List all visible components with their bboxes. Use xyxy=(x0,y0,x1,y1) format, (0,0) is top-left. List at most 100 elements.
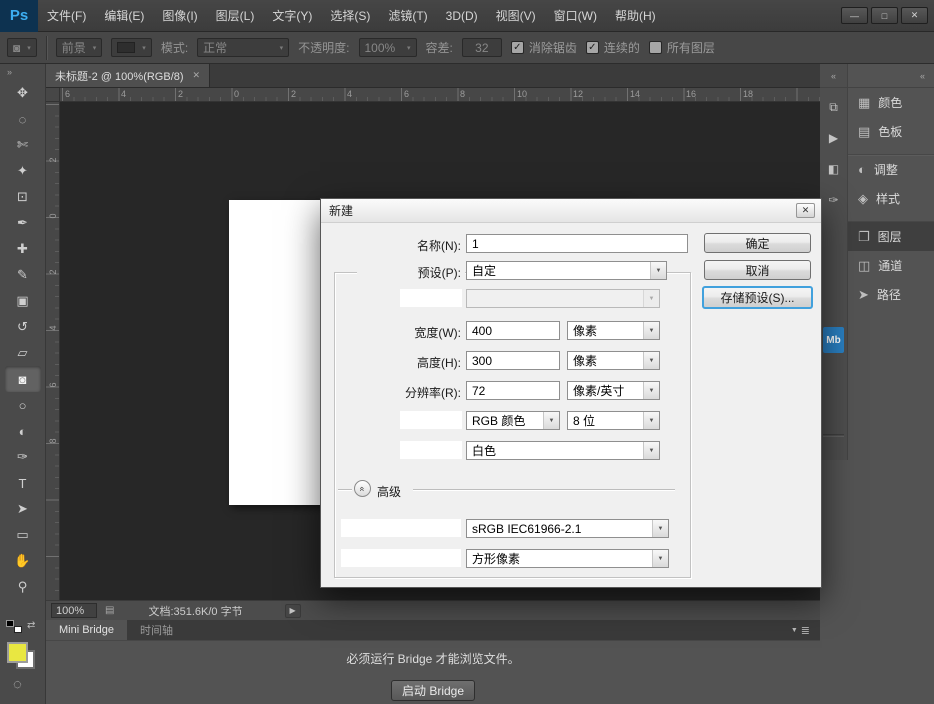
menu-edit[interactable]: 编辑(E) xyxy=(95,0,153,32)
minimize-icon[interactable]: — xyxy=(841,7,868,24)
tool-healing-brush[interactable]: ✚ xyxy=(5,236,41,262)
menu-file[interactable]: 文件(F) xyxy=(38,0,95,32)
swap-colors-icon[interactable]: ⇄ xyxy=(27,620,35,631)
quick-mask-icon[interactable]: ◌ xyxy=(13,676,22,693)
tolerance-input[interactable]: 32 xyxy=(462,38,502,57)
pixel-aspect-label-box xyxy=(341,549,461,567)
icon-strip-collapse-button[interactable]: « xyxy=(820,64,847,88)
notes-panel-icon[interactable]: ✑ xyxy=(822,188,846,212)
tool-pen[interactable]: ✑ xyxy=(5,444,41,470)
tool-move[interactable]: ✥ xyxy=(5,80,41,106)
pixel-aspect-select[interactable]: 方形像素 ▼ xyxy=(466,549,669,568)
contiguous-checkbox[interactable]: ✓ 连续的 xyxy=(586,39,640,56)
zoom-level-field[interactable]: 100% xyxy=(51,603,97,618)
panel-button-paths[interactable]: ➤ 路径 xyxy=(848,280,934,309)
actions-panel-icon[interactable]: ▶ xyxy=(822,126,846,150)
tool-quick-selection[interactable]: ✦ xyxy=(5,158,41,184)
check-icon: ✓ xyxy=(511,41,524,54)
tools-collapse-button[interactable]: » xyxy=(0,64,45,80)
pattern-swatch-select[interactable]: ▾ xyxy=(111,38,152,57)
default-colors-icon[interactable] xyxy=(6,620,22,633)
tool-eraser[interactable]: ▱ xyxy=(5,340,41,366)
tool-zoom[interactable]: ⚲ xyxy=(5,574,41,600)
tool-blur[interactable]: ○ xyxy=(5,392,41,418)
height-unit-select[interactable]: 像素 ▼ xyxy=(567,351,660,370)
color-mode-value: RGB 颜色 xyxy=(467,412,543,429)
background-contents-select[interactable]: 白色 ▼ xyxy=(466,441,660,460)
menu-help[interactable]: 帮助(H) xyxy=(606,0,665,32)
mini-bridge-panel-icon[interactable]: Mb xyxy=(823,327,844,353)
panel-button-adjustments[interactable]: ◐ 调整 xyxy=(848,155,934,184)
menu-window[interactable]: 窗口(W) xyxy=(545,0,606,32)
resolution-unit-select[interactable]: 像素/英寸 ▼ xyxy=(567,381,660,400)
color-profile-select[interactable]: sRGB IEC61966-2.1 ▼ xyxy=(466,519,669,538)
panel-button-swatches[interactable]: ▤ 色板 xyxy=(848,117,934,146)
foreground-color-swatch[interactable] xyxy=(7,642,28,663)
height-label: 高度(H): xyxy=(361,354,461,371)
tool-crop[interactable]: ⊡ xyxy=(5,184,41,210)
panel-button-styles[interactable]: ◈ 样式 xyxy=(848,184,934,213)
tab-mini-bridge[interactable]: Mini Bridge xyxy=(46,620,127,640)
menu-image[interactable]: 图像(I) xyxy=(153,0,206,32)
tab-timeline[interactable]: 时间轴 xyxy=(127,620,186,640)
ok-button[interactable]: 确定 xyxy=(704,233,811,253)
launch-bridge-button[interactable]: 启动 Bridge xyxy=(391,680,475,701)
ruler-number: 2 xyxy=(48,265,58,279)
color-mode-select[interactable]: RGB 颜色 ▼ xyxy=(466,411,560,430)
document-tab[interactable]: 未标题-2 @ 100%(RGB/8) ✕ xyxy=(46,64,210,87)
chevron-down-icon: ▾ xyxy=(407,44,411,52)
tool-history-brush[interactable]: ↺ xyxy=(5,314,41,340)
resolution-input[interactable]: 72 xyxy=(466,381,560,400)
histogram-panel-icon[interactable]: ◧ xyxy=(822,157,846,181)
bit-depth-select[interactable]: 8 位 ▼ xyxy=(567,411,660,430)
dialog-titlebar[interactable]: 新建 xyxy=(321,199,821,223)
width-input[interactable]: 400 xyxy=(466,321,560,340)
status-flyout-button[interactable]: ▶ xyxy=(285,604,301,618)
menu-filter[interactable]: 滤镜(T) xyxy=(379,0,436,32)
tool-paint-bucket[interactable]: ◙ xyxy=(5,366,41,392)
width-unit-select[interactable]: 像素 ▼ xyxy=(567,321,660,340)
all-layers-checkbox[interactable]: 所有图层 xyxy=(649,39,715,56)
tool-eyedropper[interactable]: ✒ xyxy=(5,210,41,236)
menu-layer[interactable]: 图层(L) xyxy=(207,0,264,32)
tab-close-icon[interactable]: ✕ xyxy=(193,70,201,81)
panel-button-layers[interactable]: ❐ 图层 xyxy=(848,222,934,251)
name-input[interactable]: 1 xyxy=(466,234,688,253)
properties-panel-icon[interactable]: ⧉ xyxy=(822,95,846,119)
tool-type[interactable]: T xyxy=(5,470,41,496)
panel-menu-icon[interactable]: ▼ ≣ xyxy=(791,620,810,641)
fill-source-select[interactable]: 前景 ▾ xyxy=(56,38,103,57)
menu-select[interactable]: 选择(S) xyxy=(321,0,379,32)
panel-button-channels[interactable]: ◫ 通道 xyxy=(848,251,934,280)
close-icon[interactable]: ✕ xyxy=(901,7,928,24)
dialog-close-button[interactable]: ✕ xyxy=(796,203,815,218)
preset-select[interactable]: 自定 ▼ xyxy=(466,261,667,280)
panel-strip-collapse-button[interactable]: « xyxy=(848,64,934,88)
tool-hand[interactable]: ✋ xyxy=(5,548,41,574)
mode-select[interactable]: 正常 ▾ xyxy=(197,38,289,57)
history-brush-icon: ↺ xyxy=(17,319,28,335)
tool-lasso[interactable]: ✄ xyxy=(5,132,41,158)
maximize-icon[interactable]: □ xyxy=(871,7,898,24)
tool-brush[interactable]: ✎ xyxy=(5,262,41,288)
menu-type[interactable]: 文字(Y) xyxy=(263,0,321,32)
tool-marquee[interactable]: ◌ xyxy=(5,106,41,132)
save-preset-button[interactable]: 存储预设(S)... xyxy=(702,286,813,309)
antialias-checkbox[interactable]: ✓ 消除锯齿 xyxy=(511,39,577,56)
menu-3d[interactable]: 3D(D) xyxy=(437,0,487,32)
tool-path-selection[interactable]: ➤ xyxy=(5,496,41,522)
height-input[interactable]: 300 xyxy=(466,351,560,370)
tool-dodge[interactable]: ◐ xyxy=(5,418,41,444)
horizontal-ruler[interactable]: 6 4 2 0 2 4 6 8 10 12 14 16 18 xyxy=(60,88,820,102)
panel-button-color[interactable]: ▦ 颜色 xyxy=(848,88,934,117)
vertical-ruler[interactable]: 2 0 2 4 6 8 xyxy=(46,102,60,600)
opacity-select[interactable]: 100% ▾ xyxy=(359,38,417,57)
tool-clone-stamp[interactable]: ▣ xyxy=(5,288,41,314)
advanced-toggle-button[interactable]: « xyxy=(354,480,371,497)
tool-preset-picker[interactable]: ◙ ▾ xyxy=(7,38,37,57)
panel-group-divider xyxy=(848,213,934,222)
ruler-corner[interactable] xyxy=(46,88,60,102)
cancel-button[interactable]: 取消 xyxy=(704,260,811,280)
menu-view[interactable]: 视图(V) xyxy=(487,0,545,32)
tool-rectangle[interactable]: ▭ xyxy=(5,522,41,548)
